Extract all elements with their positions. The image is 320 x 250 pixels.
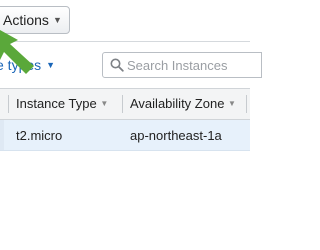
chevron-down-icon: ▼	[46, 60, 56, 70]
column-header-availability-zone[interactable]: Availability Zone ▼	[130, 96, 236, 111]
top-toolbar: Actions ▼	[0, 0, 250, 40]
column-header-label: Availability Zone	[130, 96, 225, 111]
search-icon	[110, 58, 124, 72]
column-header-instance-type[interactable]: Instance Type ▼	[16, 96, 108, 111]
sort-caret-icon: ▼	[228, 99, 236, 108]
column-divider[interactable]	[246, 95, 247, 113]
actions-button-label: Actions	[3, 12, 49, 28]
instance-types-filter-label: e types	[0, 57, 42, 73]
search-box[interactable]	[102, 52, 262, 78]
column-header-label: Instance Type	[16, 96, 97, 111]
row-selector[interactable]	[0, 120, 4, 150]
instance-types-filter[interactable]: e types ▼	[0, 57, 55, 73]
cell-instance-type: t2.micro	[16, 128, 63, 143]
column-divider[interactable]	[122, 95, 123, 113]
cell-availability-zone: ap-northeast-1a	[130, 128, 222, 143]
sort-caret-icon: ▼	[100, 99, 109, 108]
column-divider[interactable]	[8, 95, 9, 113]
actions-button[interactable]: Actions ▼	[0, 6, 70, 34]
search-input[interactable]	[127, 55, 257, 75]
chevron-down-icon: ▼	[53, 15, 62, 25]
